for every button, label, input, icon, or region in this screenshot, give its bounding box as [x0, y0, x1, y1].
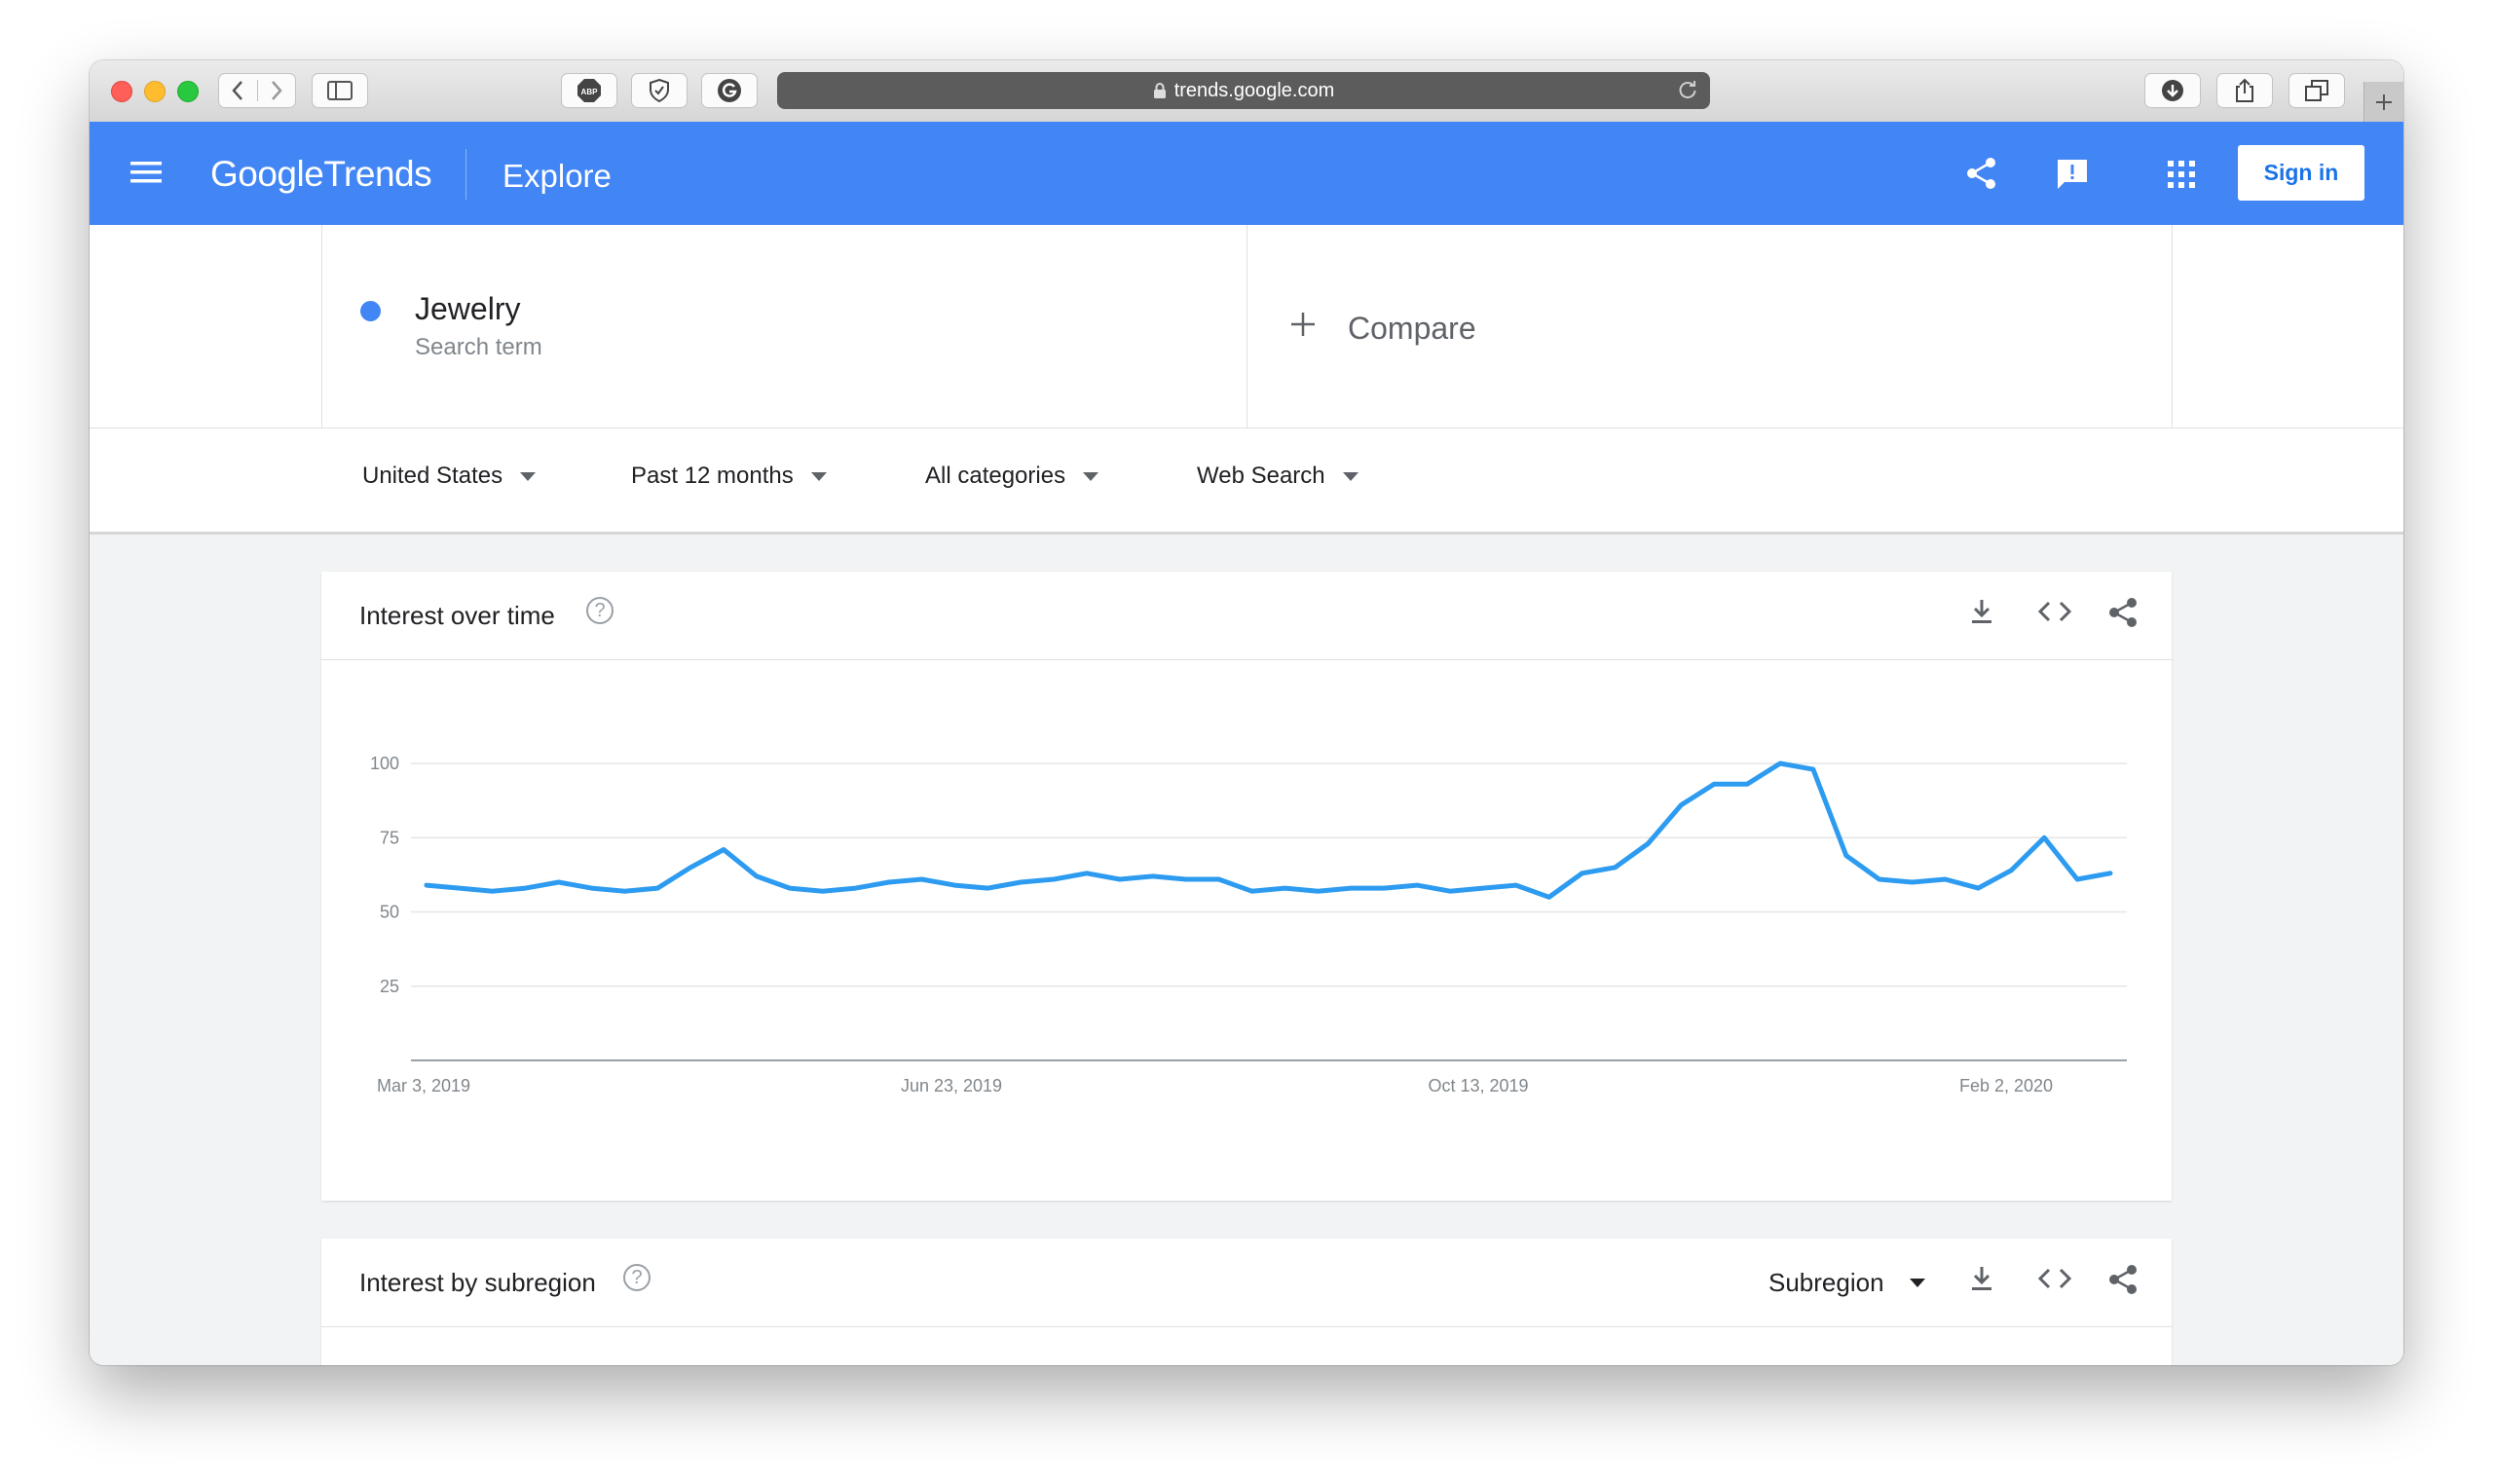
dropdown-arrow-icon [1342, 471, 1358, 481]
card-title: Interest by subregion [359, 1268, 596, 1297]
interest-by-subregion-card: Interest by subregion ? Subregion [321, 1239, 2172, 1365]
add-compare-icon[interactable] [1289, 311, 1317, 343]
category-filter[interactable]: All categories [925, 463, 1099, 490]
adblock-extension-button[interactable]: ABP [561, 73, 617, 108]
lock-icon [1153, 83, 1166, 98]
compare-button[interactable]: Compare [1348, 311, 1476, 347]
line-chart: 25 50 75 100 Mar 3, 2019 Jun 23, 2019 Oct 13,… [370, 754, 2127, 1095]
panel-divider [2172, 225, 2173, 427]
share-icon[interactable] [1965, 157, 1998, 195]
tab-overview-button[interactable] [2288, 73, 2345, 108]
reload-icon[interactable] [1677, 80, 1698, 107]
help-icon[interactable]: ? [586, 597, 614, 624]
download-icon[interactable] [1967, 1264, 1996, 1298]
search-type-filter-label: Web Search [1197, 463, 1325, 489]
card-header: Interest over time ? [321, 572, 2172, 660]
download-icon[interactable] [1967, 597, 1996, 631]
help-icon[interactable]: ? [623, 1264, 651, 1291]
search-terms-panel: Jewelry Search term Compare [90, 225, 2403, 428]
menu-icon[interactable] [130, 160, 162, 190]
term-color-dot [360, 301, 381, 321]
page-title: Explore [502, 158, 612, 194]
panel-divider [321, 225, 322, 427]
embed-code-icon[interactable] [2037, 1264, 2072, 1298]
y-axis-labels: 25 50 75 100 [370, 754, 399, 996]
y-tick-label: 25 [380, 977, 399, 996]
header-divider [465, 149, 466, 200]
dropdown-arrow-icon [1909, 1279, 1925, 1287]
region-filter[interactable]: United States [362, 463, 537, 490]
share-sheet-button[interactable] [2216, 73, 2273, 108]
adblock-icon: ABP [577, 79, 601, 102]
y-tick-label: 75 [380, 828, 399, 847]
embed-code-icon[interactable] [2037, 597, 2072, 631]
series-line-jewelry [424, 761, 2113, 900]
sidebar-icon [327, 81, 353, 100]
subregion-select-label: Subregion [1768, 1268, 1884, 1297]
browser-toolbar: ABP trends.google.com [90, 60, 2403, 123]
plus-icon [2376, 93, 2392, 110]
minimize-window-button[interactable] [144, 81, 166, 102]
search-term-name: Jewelry [415, 291, 521, 326]
share-sheet-icon [2236, 78, 2253, 102]
feedback-icon[interactable] [2055, 157, 2090, 197]
dropdown-arrow-icon [810, 471, 827, 481]
sidebar-toggle-button[interactable] [312, 73, 368, 108]
share-icon[interactable] [2107, 597, 2139, 633]
card-header: Interest by subregion ? Subregion [321, 1239, 2172, 1327]
dropdown-arrow-icon [1083, 471, 1099, 481]
browser-window: ABP trends.google.com GoogleTrends Explo… [90, 60, 2403, 1365]
shield-icon [650, 78, 669, 103]
new-tab-button[interactable] [2363, 82, 2403, 122]
search-term-type: Search term [415, 334, 542, 360]
address-bar[interactable]: trends.google.com [777, 72, 1710, 109]
zoom-window-button[interactable] [177, 81, 199, 102]
x-axis-labels: Mar 3, 2019 Jun 23, 2019 Oct 13, 2019 Feb 2… [377, 1076, 2053, 1095]
apps-grid-icon[interactable] [2168, 161, 2195, 193]
sign-in-button[interactable]: Sign in [2238, 145, 2364, 201]
grid-lines [411, 762, 2127, 1061]
share-icon[interactable] [2107, 1264, 2139, 1300]
tabs-icon [2305, 80, 2328, 101]
close-window-button[interactable] [111, 81, 132, 102]
grammarly-extension-button[interactable] [701, 73, 758, 108]
download-circle-icon [2162, 80, 2183, 101]
subregion-select[interactable]: Subregion [1768, 1268, 1925, 1298]
filter-bar: United States Past 12 months All categor… [90, 428, 2403, 535]
privacy-extension-button[interactable] [631, 73, 688, 108]
time-range-filter[interactable]: Past 12 months [631, 463, 827, 490]
y-tick-label: 100 [370, 754, 399, 773]
main-content: Interest over time ? 25 50 75 100 Mar 3, 20… [90, 535, 2403, 1365]
panel-divider [1246, 225, 1247, 427]
svg-text:ABP: ABP [581, 88, 599, 96]
x-tick-label: Oct 13, 2019 [1428, 1076, 1528, 1095]
time-range-filter-label: Past 12 months [631, 463, 794, 489]
x-tick-label: Mar 3, 2019 [377, 1076, 470, 1095]
x-tick-label: Feb 2, 2020 [1959, 1076, 2053, 1095]
region-filter-label: United States [362, 463, 503, 489]
downloads-button[interactable] [2144, 73, 2201, 108]
interest-over-time-chart[interactable]: 25 50 75 100 Mar 3, 2019 Jun 23, 2019 Oct 13,… [321, 660, 2172, 1206]
card-title: Interest over time [359, 601, 555, 630]
x-tick-label: Jun 23, 2019 [901, 1076, 1002, 1095]
back-icon[interactable] [219, 80, 258, 101]
search-type-filter[interactable]: Web Search [1197, 463, 1358, 490]
category-filter-label: All categories [925, 463, 1066, 489]
y-tick-label: 50 [380, 903, 399, 922]
google-trends-logo[interactable]: GoogleTrends [210, 154, 432, 195]
back-forward-group [218, 73, 296, 108]
interest-over-time-card: Interest over time ? 25 50 75 100 Mar 3, 20… [321, 572, 2172, 1201]
dropdown-arrow-icon [520, 471, 537, 481]
forward-icon[interactable] [258, 80, 296, 101]
grammarly-icon [718, 79, 741, 102]
url-text: trends.google.com [1173, 79, 1335, 101]
app-header: GoogleTrends Explore Sign in [90, 122, 2403, 225]
